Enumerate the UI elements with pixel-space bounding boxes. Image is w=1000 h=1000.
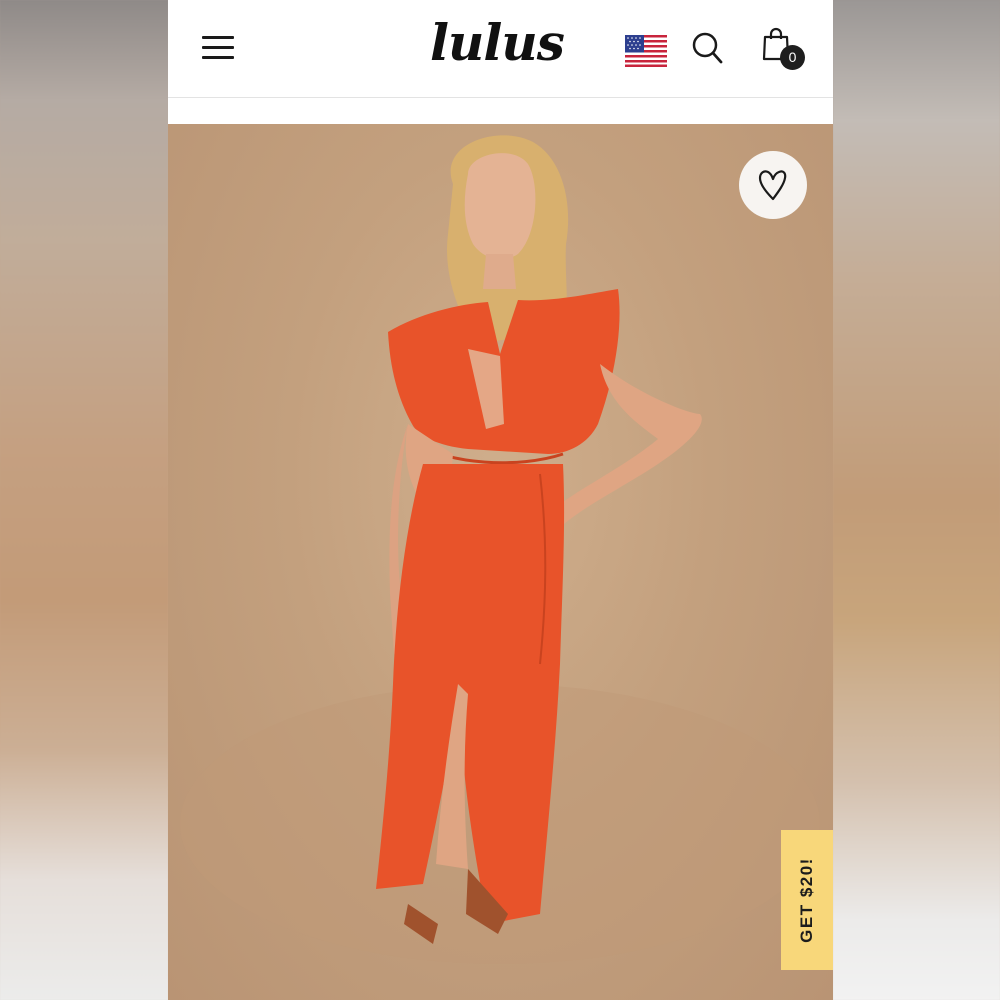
product-image[interactable]: GET $20! xyxy=(168,124,833,1000)
promo-label: GET $20! xyxy=(797,857,816,943)
mobile-screen: lulus 0 GET $20! xyxy=(168,0,833,1000)
us-flag-icon[interactable] xyxy=(625,35,667,67)
heart-icon xyxy=(758,170,787,201)
site-header: lulus 0 xyxy=(168,0,833,98)
wishlist-button[interactable] xyxy=(739,151,807,219)
blurred-background-left xyxy=(0,0,168,1000)
lulus-logo[interactable]: lulus xyxy=(430,8,570,78)
cart-count-badge: 0 xyxy=(780,45,805,70)
header-spacer xyxy=(168,98,833,124)
search-icon[interactable] xyxy=(691,31,723,65)
hamburger-menu-icon[interactable] xyxy=(202,34,234,62)
model-in-orange-two-piece-set xyxy=(180,135,820,964)
promo-tab[interactable]: GET $20! xyxy=(781,830,833,970)
blurred-background-right xyxy=(833,0,1000,1000)
shopping-bag-button[interactable]: 0 xyxy=(761,26,809,72)
